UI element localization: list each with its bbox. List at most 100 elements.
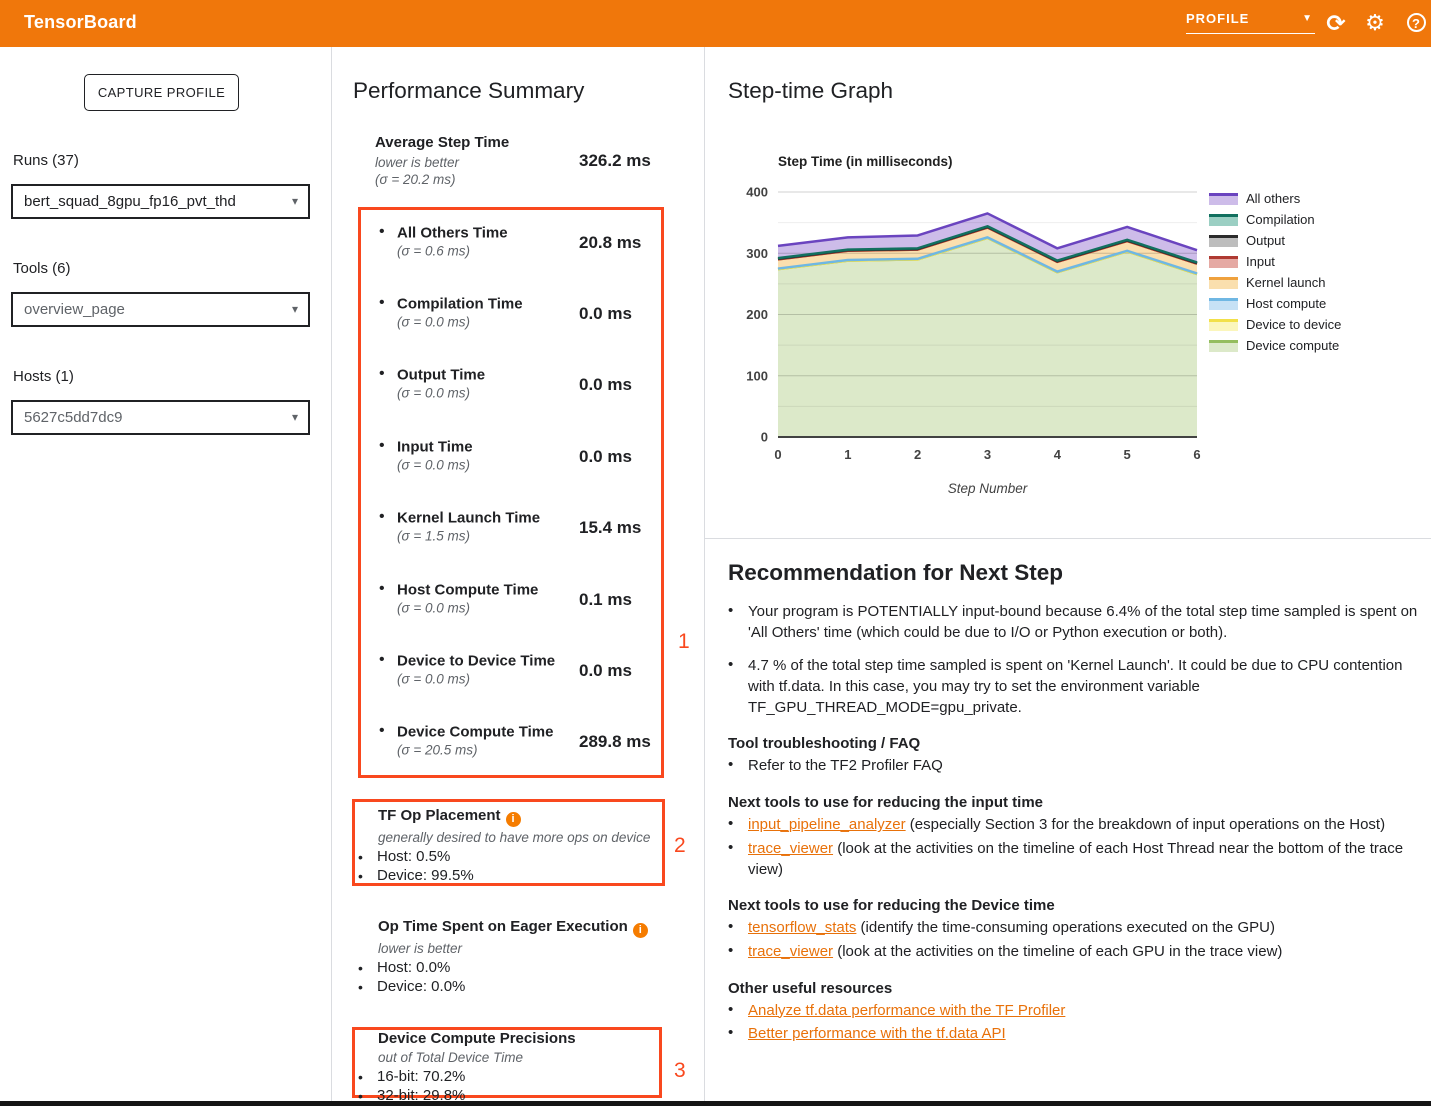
stat-item-text: Host: 0.5% (377, 848, 450, 865)
bullet-icon: • (728, 1001, 748, 1022)
metric-label: Input Time (397, 438, 473, 455)
svg-text:4: 4 (1054, 447, 1062, 462)
device-compute-precisions-items: •16-bit: 70.2%•32-bit: 29.8% (352, 1068, 662, 1105)
metric-label: Host Compute Time (397, 581, 538, 598)
dashboard-selector-value: PROFILE (1186, 11, 1249, 26)
stat-item: •32-bit: 29.8% (352, 1087, 662, 1106)
metric-label: Kernel Launch Time (397, 510, 540, 527)
metric-label: Compilation Time (397, 296, 523, 313)
legend-item-device-to-device: Device to device (1209, 314, 1341, 335)
column-divider (704, 47, 705, 1101)
metric-value: 0.0 ms (579, 304, 632, 324)
recommendation-link[interactable]: trace_viewer (748, 943, 833, 960)
legend-item-kernel-launch: Kernel launch (1209, 272, 1341, 293)
eager-execution-title: Op Time Spent on Eager Executioni (352, 918, 662, 938)
app-header: TensorBoard PROFILE ▼ ⟳ ⚙ ? (0, 0, 1431, 47)
chevron-down-icon: ▾ (292, 186, 298, 217)
capture-profile-button[interactable]: CAPTURE PROFILE (84, 74, 239, 111)
annotation-number-1: 1 (678, 630, 690, 654)
svg-text:Step Number: Step Number (948, 481, 1028, 496)
recommendation-item: •tensorflow_stats (identify the time-con… (728, 918, 1420, 939)
tf-op-placement-title: TF Op Placementi (352, 807, 662, 827)
recommendation-item-text: 4.7 % of the total step time sampled is … (748, 656, 1420, 718)
tools-select[interactable]: overview_page ▾ (11, 292, 310, 327)
legend-label: Host compute (1246, 296, 1326, 311)
svg-text:Step Time (in milliseconds): Step Time (in milliseconds) (778, 154, 953, 169)
bullet-icon: • (728, 756, 748, 777)
bullet-icon: • (728, 602, 748, 643)
dashboard-selector[interactable]: PROFILE ▼ (1186, 11, 1315, 34)
chevron-down-icon: ▾ (292, 402, 298, 433)
recommendation-text: (look at the activities on the timeline … (748, 840, 1403, 878)
legend-item-device-compute: Device compute (1209, 335, 1341, 356)
metric-sigma: (σ = 0.0 ms) (397, 315, 523, 330)
legend-label: Output (1246, 233, 1285, 248)
bottom-section-edge (0, 1101, 1431, 1106)
metric-row: • Host Compute Time (σ = 0.0 ms) 0.1 ms (358, 564, 664, 635)
recommendation-text: Refer to the TF2 Profiler FAQ (748, 757, 943, 774)
bullet-icon: • (358, 1087, 363, 1106)
recommendation-panel: Recommendation for Next Step •Your progr… (728, 560, 1420, 1048)
metric-value: 15.4 ms (579, 518, 641, 538)
metric-sigma: (σ = 20.5 ms) (397, 743, 553, 758)
metric-label: Output Time (397, 367, 485, 384)
bullet-icon: • (379, 580, 385, 598)
recommendation-link[interactable]: trace_viewer (748, 840, 833, 857)
tf-op-placement-block: TF Op Placementi generally desired to ha… (352, 807, 662, 885)
bullet-icon: • (358, 959, 363, 978)
metric-value: 0.1 ms (579, 590, 632, 610)
stat-item-text: Device: 0.0% (377, 978, 465, 995)
app-title: TensorBoard (24, 12, 137, 33)
panel-divider (705, 538, 1431, 539)
gear-icon[interactable]: ⚙ (1361, 9, 1389, 37)
bullet-icon: • (358, 1068, 363, 1087)
metric-label: Device to Device Time (397, 653, 555, 670)
runs-select[interactable]: bert_squad_8gpu_fp16_pvt_thd ▾ (11, 184, 310, 219)
annotation-number-3: 3 (674, 1059, 686, 1083)
recommendation-heading: Other useful resources (728, 980, 1420, 997)
legend-label: Input (1246, 254, 1275, 269)
legend-label: Device compute (1246, 338, 1339, 353)
performance-summary-title: Performance Summary (353, 78, 584, 104)
stat-item-text: Device: 99.5% (377, 867, 474, 884)
info-icon[interactable]: i (633, 923, 648, 938)
recommendation-item: •Refer to the TF2 Profiler FAQ (728, 756, 1420, 777)
recommendation-link[interactable]: tensorflow_stats (748, 919, 856, 936)
metric-sigma: (σ = 0.0 ms) (397, 600, 538, 615)
bullet-icon: • (379, 223, 385, 241)
eager-execution-items: •Host: 0.0%•Device: 0.0% (352, 959, 662, 996)
tools-select-value: overview_page (24, 301, 125, 318)
metric-sigma: (σ = 1.5 ms) (397, 529, 540, 544)
recommendation-text: (look at the activities on the timeline … (833, 943, 1282, 960)
recommendation-item: •input_pipeline_analyzer (especially Sec… (728, 815, 1420, 836)
eager-execution-note: lower is better (352, 941, 662, 956)
legend-swatch-icon (1209, 193, 1238, 205)
help-icon[interactable]: ? (1402, 9, 1430, 37)
refresh-icon[interactable]: ⟳ (1322, 9, 1350, 37)
bullet-icon: • (379, 294, 385, 312)
metric-value: 0.0 ms (579, 375, 632, 395)
recommendation-bullets: •Your program is POTENTIALLY input-bound… (728, 602, 1420, 718)
step-time-chart: 01002003004000123456Step Time (in millis… (740, 148, 1210, 500)
recommendation-item-text: input_pipeline_analyzer (especially Sect… (748, 815, 1420, 836)
tools-label: Tools (6) (13, 260, 71, 277)
recommendation-item-text: trace_viewer (look at the activities on … (748, 839, 1420, 880)
metric-sigma: (σ = 0.0 ms) (397, 457, 473, 472)
average-step-time-value: 326.2 ms (579, 151, 651, 171)
svg-text:100: 100 (746, 368, 768, 383)
legend-label: Compilation (1246, 212, 1315, 227)
svg-text:1: 1 (844, 447, 851, 462)
info-icon[interactable]: i (506, 812, 521, 827)
stat-item: •Device: 99.5% (352, 867, 662, 886)
metric-value: 0.0 ms (579, 661, 632, 681)
recommendation-link[interactable]: Better performance with the tf.data API (748, 1025, 1006, 1042)
bullet-icon: • (379, 365, 385, 383)
recommendation-link[interactable]: Analyze tf.data performance with the TF … (748, 1002, 1065, 1019)
step-time-graph-title: Step-time Graph (728, 78, 893, 104)
metric-row: • Compilation Time (σ = 0.0 ms) 0.0 ms (358, 278, 664, 349)
hosts-select[interactable]: 5627c5dd7dc9 ▾ (11, 400, 310, 435)
metric-label: All Others Time (397, 224, 508, 241)
recommendation-link[interactable]: input_pipeline_analyzer (748, 816, 906, 833)
recommendation-text: 4.7 % of the total step time sampled is … (748, 657, 1402, 715)
svg-text:300: 300 (746, 246, 768, 261)
